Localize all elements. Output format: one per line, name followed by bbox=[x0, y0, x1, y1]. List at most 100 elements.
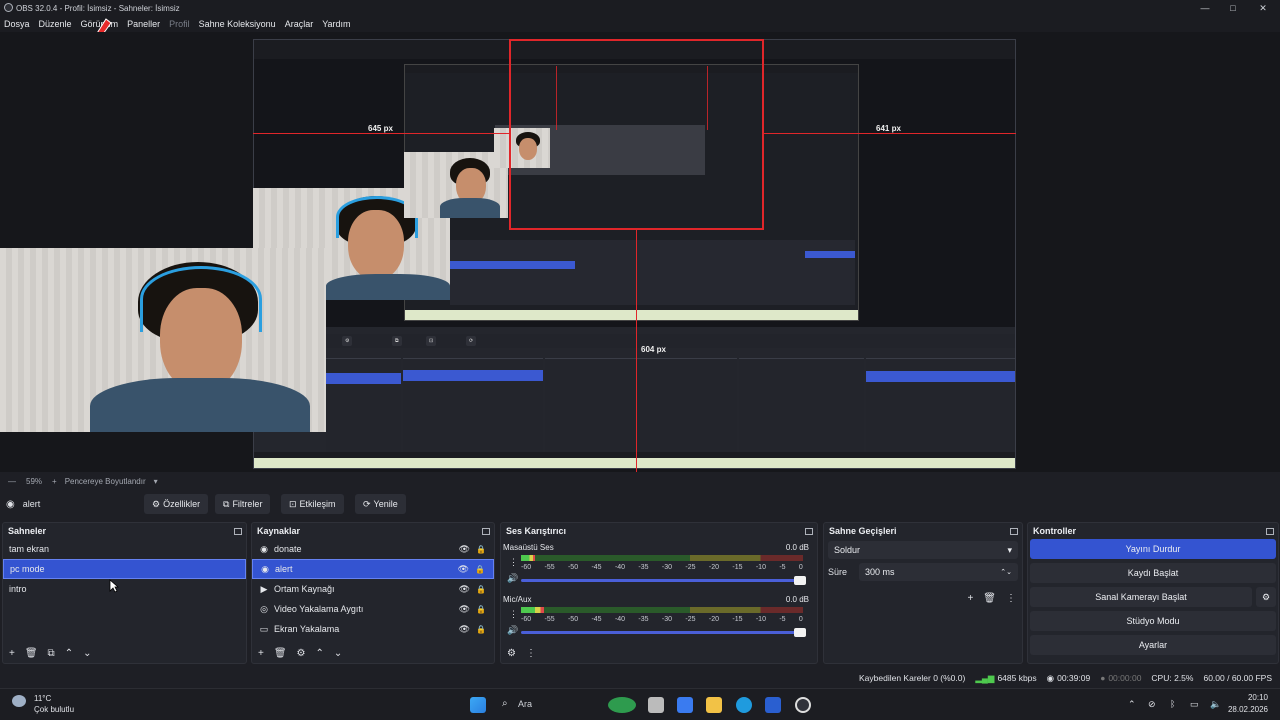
taskbar-search[interactable]: Ara bbox=[518, 699, 532, 709]
source-item[interactable]: ▶ Ortam Kaynağı 👁 🔒 bbox=[252, 579, 494, 599]
menu-scene-collection[interactable]: Sahne Koleksiyonu bbox=[199, 19, 276, 29]
task-view-icon[interactable] bbox=[648, 697, 664, 713]
settings-button[interactable]: Ayarlar bbox=[1030, 635, 1276, 655]
menu-bar: Dosya Düzenle Görünüm Paneller Profil Sa… bbox=[0, 16, 1280, 32]
menu-tools[interactable]: Araçlar bbox=[285, 19, 314, 29]
lock-icon[interactable]: 🔒 bbox=[476, 545, 486, 554]
channel-db: 0.0 dB bbox=[785, 595, 809, 604]
zoom-minus-icon[interactable]: — bbox=[8, 477, 16, 486]
eye-icon[interactable]: 👁 bbox=[459, 604, 470, 615]
undock-icon[interactable] bbox=[805, 527, 813, 535]
properties-button[interactable]: ⚙ Özellikler bbox=[144, 494, 209, 514]
eye-icon[interactable]: 👁 bbox=[459, 544, 470, 555]
undock-icon[interactable] bbox=[1010, 527, 1018, 535]
arrow-up-icon[interactable]: ⌃ bbox=[316, 648, 324, 659]
network-icon[interactable]: ⊘ bbox=[1148, 699, 1156, 710]
filter-icon[interactable]: ⧉ bbox=[48, 648, 55, 659]
zoom-mode[interactable]: Pencereye Boyutlandır bbox=[65, 477, 146, 486]
add-icon[interactable]: + bbox=[967, 593, 973, 604]
windows-start-icon[interactable] bbox=[470, 697, 486, 713]
dropped-frames: Kaybedilen Kareler 0 (%0.0) bbox=[859, 673, 966, 683]
source-item[interactable]: ◉ donate 👁 🔒 bbox=[252, 539, 494, 559]
interact-button[interactable]: ⊡ Etkileşim bbox=[281, 494, 344, 514]
eye-icon[interactable]: 👁 bbox=[458, 564, 469, 575]
trash-icon[interactable]: 🗑 bbox=[25, 648, 38, 659]
arrow-down-icon[interactable]: ⌄ bbox=[334, 648, 342, 659]
menu-profile[interactable]: Profil bbox=[169, 19, 190, 29]
source-item[interactable]: ◎ Video Yakalama Aygıtı 👁 🔒 bbox=[252, 599, 494, 619]
add-icon[interactable]: + bbox=[258, 648, 264, 659]
spin-icon[interactable]: ⌃⌄ bbox=[1000, 568, 1012, 576]
mixer-title: Ses Karıştırıcı bbox=[506, 526, 567, 536]
volume-meter bbox=[521, 555, 803, 561]
menu-file[interactable]: Dosya bbox=[4, 19, 30, 29]
speaker-icon[interactable]: 🔊 bbox=[507, 573, 518, 584]
store-icon[interactable] bbox=[765, 697, 781, 713]
more-icon[interactable]: ⋮ bbox=[509, 557, 518, 568]
eye-icon[interactable]: 👁 bbox=[459, 584, 470, 595]
lock-icon[interactable]: 🔒 bbox=[475, 565, 485, 574]
scene-item-selected[interactable]: pc mode bbox=[3, 559, 246, 579]
undock-icon[interactable] bbox=[1266, 527, 1274, 535]
scene-item[interactable]: intro bbox=[3, 579, 246, 599]
os-taskbar: 11°C Çok bulutlu ⌕ Ara ⌃ ⊘ ᛒ ▭ 🔈 20:10 2… bbox=[0, 688, 1280, 720]
gear-icon[interactable]: ⚙ bbox=[507, 648, 516, 659]
edge-icon[interactable] bbox=[736, 697, 752, 713]
speaker-icon[interactable]: 🔊 bbox=[507, 625, 518, 636]
clock-time[interactable]: 20:10 bbox=[1228, 693, 1268, 702]
folder-icon[interactable] bbox=[706, 697, 722, 713]
volume-slider[interactable] bbox=[521, 628, 806, 637]
close-button[interactable]: ✕ bbox=[1248, 0, 1278, 16]
menu-edit[interactable]: Düzenle bbox=[39, 19, 72, 29]
undock-icon[interactable] bbox=[482, 527, 490, 535]
source-item[interactable]: ▭ Ekran Yakalama 👁 🔒 bbox=[252, 619, 494, 639]
add-icon[interactable]: + bbox=[9, 648, 15, 659]
zoom-plus-icon[interactable]: + bbox=[52, 477, 57, 486]
scene-item[interactable]: tam ekran bbox=[3, 539, 246, 559]
trash-icon[interactable]: 🗑 bbox=[983, 593, 996, 604]
chevron-up-icon[interactable]: ⌃ bbox=[1128, 699, 1136, 710]
refresh-button[interactable]: ⟳ Yenile bbox=[355, 494, 406, 514]
copilot-icon[interactable] bbox=[677, 697, 693, 713]
bluetooth-icon[interactable]: ᛒ bbox=[1170, 699, 1175, 709]
widget-icon[interactable] bbox=[608, 697, 636, 713]
chevron-down-icon[interactable]: ▾ bbox=[154, 477, 158, 486]
eye-icon[interactable]: 👁 bbox=[459, 624, 470, 635]
virtual-camera-button[interactable]: Sanal Kamerayı Başlat bbox=[1030, 587, 1252, 607]
meter-ticks: -60 -55 -50 -45 -40 -35 -30 -25 -20 -15 -10 -5 0 bbox=[521, 616, 803, 623]
arrow-up-icon[interactable]: ⌃ bbox=[65, 648, 73, 659]
filters-button[interactable]: ⧉ Filtreler bbox=[215, 494, 271, 514]
transition-select[interactable]: Soldur ▾ bbox=[828, 541, 1018, 559]
lock-icon[interactable]: 🔒 bbox=[476, 585, 486, 594]
more-icon[interactable]: ⋮ bbox=[1006, 593, 1016, 604]
globe-icon: ◉ bbox=[260, 543, 268, 554]
stop-stream-button[interactable]: Yayını Durdur bbox=[1030, 539, 1276, 559]
selection-box[interactable] bbox=[509, 39, 764, 230]
controls-title: Kontroller bbox=[1033, 526, 1077, 536]
menu-help[interactable]: Yardım bbox=[322, 19, 350, 29]
studio-mode-button[interactable]: Stüdyo Modu bbox=[1030, 611, 1276, 631]
more-icon[interactable]: ⋮ bbox=[509, 609, 518, 620]
volume-slider[interactable] bbox=[521, 576, 806, 585]
nested-btn: ⧉ bbox=[392, 336, 402, 346]
clock-date[interactable]: 28.02.2026 bbox=[1224, 705, 1268, 714]
source-item-selected[interactable]: ◉ alert 👁 🔒 bbox=[252, 559, 494, 579]
minimize-button[interactable]: — bbox=[1190, 0, 1220, 16]
gear-icon[interactable]: ⚙ bbox=[297, 648, 306, 659]
more-icon[interactable]: ⋮ bbox=[526, 648, 536, 659]
preview-canvas[interactable]: ⚙ ⧉ ⊡ ⟳ 645 px 641 px 604 px bbox=[0, 32, 1280, 472]
start-record-button[interactable]: Kaydı Başlat bbox=[1030, 563, 1276, 583]
arrow-down-icon[interactable]: ⌄ bbox=[83, 648, 91, 659]
lock-icon[interactable]: 🔒 bbox=[476, 625, 486, 634]
maximize-button[interactable]: □ bbox=[1218, 0, 1248, 16]
undock-icon[interactable] bbox=[234, 527, 242, 535]
duration-spinbox[interactable]: 300 ms ⌃⌄ bbox=[859, 563, 1018, 581]
menu-docks[interactable]: Paneller bbox=[127, 19, 160, 29]
lock-icon[interactable]: 🔒 bbox=[476, 605, 486, 614]
display-icon[interactable]: ▭ bbox=[1190, 699, 1199, 710]
obs-taskbar-icon[interactable] bbox=[795, 697, 811, 713]
trash-icon[interactable]: 🗑 bbox=[274, 648, 287, 659]
gear-icon[interactable]: ⚙ bbox=[1256, 587, 1276, 607]
volume-icon[interactable]: 🔈 bbox=[1210, 699, 1221, 710]
camera-icon: ◎ bbox=[260, 603, 268, 614]
